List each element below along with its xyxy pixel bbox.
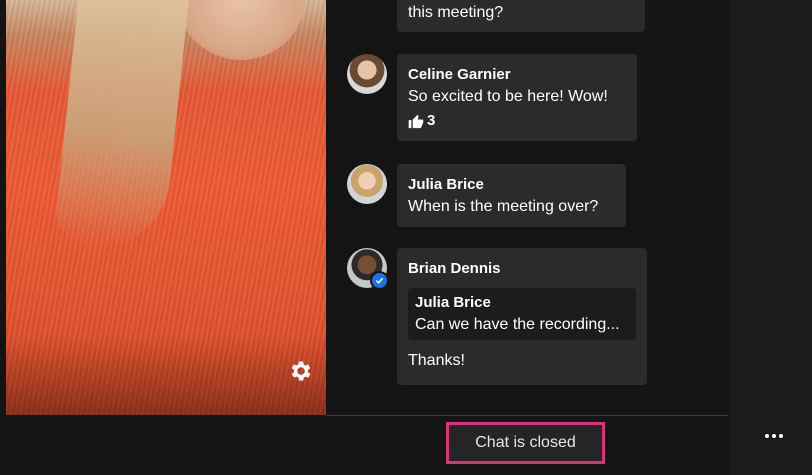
participant-video [6,0,326,415]
more-horizontal-icon [765,434,769,438]
chat-divider [326,415,728,416]
chat-status-banner: Chat is closed [446,422,605,464]
chat-message: Brian Dennis Julia Brice Can we have the… [397,248,647,385]
message-text: When is the meeting over? [408,198,599,215]
chat-message: Julia Brice When is the meeting over? [397,164,626,227]
side-toolbar [729,0,812,475]
video-subject-hair [52,0,190,256]
chat-panel: this meeting? Celine Garnier So excited … [326,0,728,475]
more-horizontal-icon [772,434,776,438]
message-text: Thanks! [408,352,465,369]
message-text: this meeting? [408,4,504,21]
reaction-badge[interactable]: 3 [408,110,626,132]
message-author: Celine Garnier [408,66,511,83]
avatar-brian [347,248,389,290]
avatar-celine [347,54,387,94]
quote-text: Can we have the recording... [415,316,620,333]
verified-check-icon [370,271,389,290]
more-horizontal-icon [779,434,783,438]
more-options-button[interactable] [763,426,785,446]
chat-message: Celine Garnier So excited to be here! Wo… [397,54,637,141]
quote-author: Julia Brice [415,294,491,311]
chat-message: this meeting? [397,0,645,32]
quoted-message[interactable]: Julia Brice Can we have the recording... [408,288,636,340]
message-author: Julia Brice [408,176,484,193]
reaction-count: 3 [427,112,436,129]
video-settings-button[interactable] [287,357,315,385]
video-pane [0,0,326,475]
message-author: Brian Dennis [408,260,501,277]
avatar-julia [347,164,387,204]
video-shadow [6,335,326,415]
gear-icon [291,361,311,381]
thumbs-up-icon [408,114,424,128]
video-subject-neck [176,0,306,60]
message-text: So excited to be here! Wow! [408,88,608,105]
